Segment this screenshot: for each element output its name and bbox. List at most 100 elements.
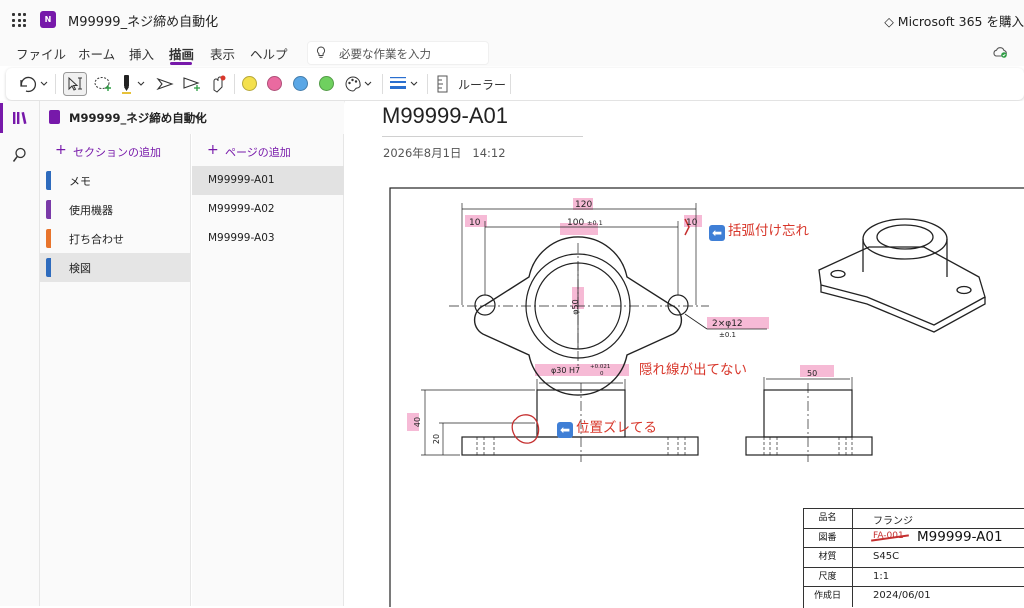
page-title[interactable]: M99999-A01 (382, 103, 508, 129)
section-color-tab (46, 171, 51, 190)
annotation-hidden-line-text: 隠れ線が出てない (639, 362, 747, 378)
plus-icon: + (207, 142, 219, 158)
search-placeholder: 必要な作業を入力 (339, 47, 431, 61)
section-item-meetings[interactable]: 打ち合わせ (40, 224, 191, 253)
section-item-equipment[interactable]: 使用機器 (40, 195, 191, 224)
page-label: M99999-A02 (208, 203, 275, 215)
title-underline (382, 136, 583, 137)
notebook-header[interactable]: M99999_ネジ締め自動化 (40, 101, 344, 134)
title-bar: N M99999_ネジ締め自動化 ◇ Microsoft 365 を購入 (0, 0, 1024, 40)
buy-m365-link[interactable]: ◇ Microsoft 365 を購入 (884, 11, 1024, 30)
title-block-row: 品名 フランジ (803, 508, 1024, 529)
buy-m365-label: Microsoft 365 を購入 (897, 14, 1024, 29)
plus-icon: + (55, 142, 67, 158)
tab-file[interactable]: ファイル (16, 44, 66, 63)
sections-pane: + セクションの追加 メモ 使用機器 打ち合わせ 検図 (40, 134, 191, 606)
dim-boss-tol-lower: 0 (600, 371, 604, 377)
new-drawing-number: M99999-A01 (917, 528, 1003, 545)
section-label: 打ち合わせ (69, 233, 124, 246)
dim-center: 100 (567, 218, 584, 228)
lightbulb-icon (316, 46, 326, 58)
dim-holes: 2×φ12 (712, 319, 743, 329)
document-title[interactable]: M99999_ネジ締め自動化 (68, 11, 218, 30)
page-item[interactable]: M99999-A02 (192, 195, 344, 224)
page-item[interactable]: M99999-A03 (192, 224, 344, 253)
green-pen-swatch[interactable] (319, 76, 334, 91)
left-rail (0, 101, 40, 606)
annotation-bracket-text: 括弧付け忘れ (728, 223, 809, 239)
pages-pane: + ページの追加 M99999-A01 M99999-A02 M99999-A0… (192, 134, 344, 606)
page-label: M99999-A01 (208, 174, 275, 186)
page-canvas[interactable]: M99999-A01 2026年8月1日 14:12 120 100 ±0.1 … (345, 101, 1024, 608)
ink-to-shape-icon[interactable] (208, 74, 228, 94)
ribbon-tabs: ファイル ホーム 挿入 描画 表示 ヘルプ (0, 40, 1024, 66)
title-block: 品名 フランジ 図番 FA-001 M99999-A01 材質 S45C 尺度 … (803, 508, 1024, 608)
title-block-key: 材質 (803, 548, 853, 568)
sync-status-icon[interactable] (992, 46, 1008, 58)
pen-icon[interactable] (120, 74, 150, 94)
tab-home[interactable]: ホーム (78, 44, 115, 63)
title-block-row: 尺度 1:1 (803, 566, 1024, 588)
search-icon[interactable] (12, 147, 27, 163)
diamond-icon: ◇ (884, 14, 898, 29)
annotation-offset[interactable]: ⬅ 位置ズレてる (557, 416, 657, 438)
draw-toolbar: ルーラー (6, 68, 1024, 100)
toolbar-divider (427, 74, 428, 94)
rail-selection-indicator (0, 103, 3, 133)
section-color-tab (46, 200, 51, 219)
undo-icon[interactable] (16, 74, 48, 94)
active-tab-indicator (170, 62, 192, 65)
dim-base-height: 20 (432, 434, 441, 444)
onenote-logo-icon: N (40, 11, 56, 28)
section-label: 使用機器 (69, 204, 113, 217)
section-color-tab (46, 229, 51, 248)
ruler-label[interactable]: ルーラー (458, 76, 506, 93)
highlighter-tool-icon[interactable] (182, 74, 202, 94)
annotation-offset-text: 位置ズレてる (576, 420, 657, 436)
toolbar-divider (382, 74, 383, 94)
page-date: 2026年8月1日 (383, 146, 462, 160)
section-item-memo[interactable]: メモ (40, 166, 191, 195)
dim-edge-left: 10 (469, 218, 481, 228)
dim-boss-tol-upper: +0.021 (590, 364, 610, 370)
line-weight-icon[interactable] (388, 74, 422, 94)
title-block-key: 図番 (803, 528, 853, 549)
pen-tool-icon[interactable] (156, 74, 176, 94)
dim-holes-tol: ±0.1 (719, 331, 736, 339)
annotation-hidden-line[interactable]: 隠れ線が出てない (639, 358, 747, 378)
dim-overall: 120 (575, 200, 592, 210)
arrow-left-icon: ⬅ (709, 225, 725, 241)
lasso-select-icon[interactable] (92, 74, 114, 94)
select-text-icon[interactable] (63, 72, 87, 96)
section-label: メモ (69, 175, 91, 188)
annotation-bracket[interactable]: ⬅ 括弧付け忘れ (709, 219, 809, 241)
tab-insert[interactable]: 挿入 (129, 44, 154, 63)
arrow-left-icon: ⬅ (557, 422, 573, 438)
title-block-value: フランジ (873, 516, 913, 527)
ruler-icon[interactable] (434, 74, 452, 94)
page-label: M99999-A03 (208, 232, 275, 244)
tab-view[interactable]: 表示 (210, 44, 235, 63)
section-item-review[interactable]: 検図 (40, 253, 191, 282)
chevron-down-icon[interactable] (193, 113, 203, 121)
tab-draw[interactable]: 描画 (169, 44, 194, 63)
toolbar-divider (55, 74, 56, 94)
dim-height: 40 (413, 417, 422, 427)
title-block-row: 図番 FA-001 M99999-A01 (803, 527, 1024, 549)
color-palette-icon[interactable] (343, 74, 375, 94)
dim-boss: φ30 H7 (551, 366, 580, 375)
app-launcher-icon[interactable] (12, 13, 26, 27)
title-block-value: 1:1 (873, 570, 890, 582)
pink-pen-swatch[interactable] (267, 76, 282, 91)
page-timestamp: 2026年8月1日 14:12 (383, 145, 506, 161)
notebook-icon (49, 110, 60, 124)
title-block-row: 作成日 2024/06/01 (803, 586, 1024, 607)
page-item[interactable]: M99999-A01 (192, 166, 344, 195)
tab-help[interactable]: ヘルプ (250, 44, 288, 63)
search-box[interactable]: 必要な作業を入力 (307, 41, 489, 65)
title-block-key: 品名 (803, 509, 853, 529)
yellow-pen-swatch[interactable] (242, 76, 257, 91)
toolbar-divider (510, 74, 511, 94)
blue-pen-swatch[interactable] (293, 76, 308, 91)
notebooks-icon[interactable] (12, 110, 28, 126)
